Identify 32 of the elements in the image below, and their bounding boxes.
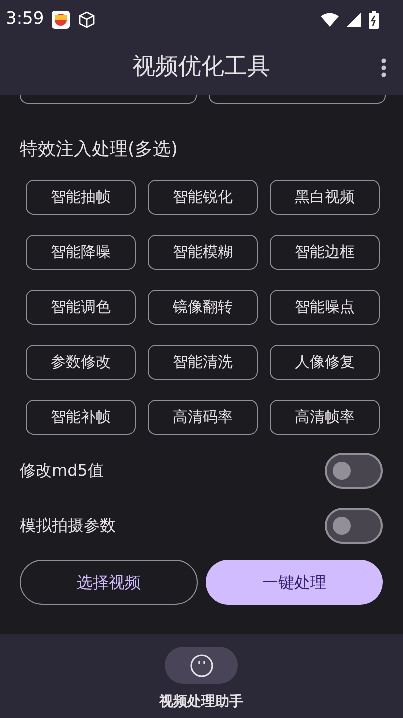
effect-chip[interactable]: 智能抽帧 <box>26 180 136 215</box>
wifi-icon <box>321 13 339 27</box>
effect-chip[interactable]: 人像修复 <box>270 345 380 380</box>
process-button[interactable]: 一键处理 <box>206 560 383 605</box>
effect-chip[interactable]: 智能模糊 <box>148 235 258 270</box>
status-time: 3:59 <box>6 8 44 32</box>
signal-icon <box>347 13 361 27</box>
toggle-switch[interactable] <box>325 453 383 489</box>
more-menu-icon[interactable] <box>381 58 387 78</box>
effect-chip[interactable]: 智能锐化 <box>148 180 258 215</box>
effect-chip[interactable]: 智能噪点 <box>270 290 380 325</box>
cube-icon <box>78 11 96 29</box>
battery-icon <box>369 11 379 29</box>
toggle-switch[interactable] <box>325 508 383 544</box>
switch-label: 模拟拍摄参数 <box>20 515 116 537</box>
effect-chip[interactable]: 高清码率 <box>148 400 258 435</box>
app-notification-icon <box>52 11 70 29</box>
effect-chip[interactable]: 智能清洗 <box>148 345 258 380</box>
effect-chip[interactable]: 智能边框 <box>270 235 380 270</box>
section-title: 特效注入处理(多选) <box>20 138 180 162</box>
effect-chip[interactable]: 智能调色 <box>26 290 136 325</box>
app-title: 视频优化工具 <box>132 53 270 82</box>
effect-chip[interactable]: 智能降噪 <box>26 235 136 270</box>
switch-label: 修改md5值 <box>20 460 104 482</box>
effect-chip[interactable]: 高清帧率 <box>270 400 380 435</box>
effect-chip[interactable]: 智能补帧 <box>26 400 136 435</box>
select-video-button[interactable]: 选择视频 <box>20 560 198 605</box>
effect-chip[interactable]: 参数修改 <box>26 345 136 380</box>
effect-chip[interactable]: 黑白视频 <box>270 180 380 215</box>
smiley-face-icon <box>190 654 214 678</box>
nav-item[interactable]: 视频处理助手 <box>160 647 244 713</box>
effect-chip[interactable]: 镜像翻转 <box>148 290 258 325</box>
